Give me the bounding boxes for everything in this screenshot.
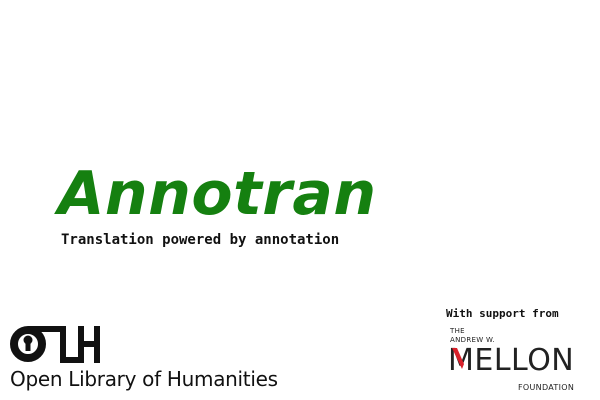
mellon-foundation-logo: THE ANDREW W. MELLON FOUNDATION	[446, 326, 591, 394]
olh-name: Open Library of Humanities	[10, 367, 278, 391]
olh-logo-icon	[10, 326, 100, 363]
app-tagline: Translation powered by annotation	[61, 232, 340, 248]
app-title: Annotran	[58, 159, 377, 229]
splash-page: Annotran Translation powered by annotati…	[0, 0, 600, 400]
mellon-the: THE	[450, 327, 465, 335]
mellon-accent-icon	[452, 348, 464, 369]
support-label: With support from	[446, 307, 559, 320]
mellon-foundation: FOUNDATION	[518, 383, 575, 392]
